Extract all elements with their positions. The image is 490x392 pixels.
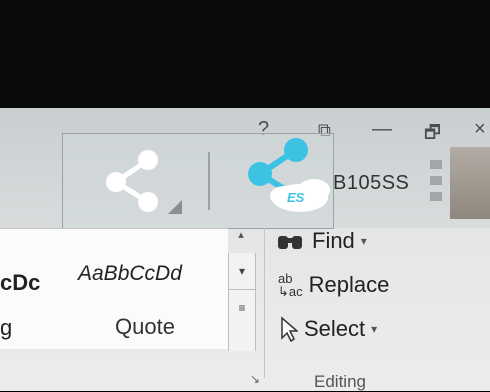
share-badge-text: ES	[287, 190, 305, 205]
select-label: Select	[304, 316, 366, 341]
dialog-launcher-icon[interactable]: ↘	[250, 372, 260, 386]
style-sample-quote[interactable]: AaBbCcDd	[78, 262, 182, 286]
chevron-down-icon: ▾	[371, 322, 378, 336]
chevron-down-icon: ▾	[360, 234, 367, 248]
restore-button[interactable]: 🗗	[424, 120, 441, 150]
avatar[interactable]	[450, 147, 490, 219]
share-icon[interactable]	[100, 148, 166, 217]
select-button[interactable]: Select ▾	[280, 316, 377, 342]
gallery-more-button[interactable]: ≡	[229, 290, 255, 326]
gallery-scroll-down[interactable]: ▾	[229, 253, 255, 290]
share-icon-blue[interactable]	[242, 136, 338, 223]
cursor-icon	[281, 316, 298, 342]
replace-label: Replace	[308, 272, 390, 297]
binoculars-icon	[278, 236, 302, 249]
style-name-quote[interactable]: Quote	[115, 314, 175, 340]
style-name[interactable]: g	[0, 315, 12, 341]
close-button[interactable]: ×	[474, 118, 486, 141]
screen-bezel	[0, 0, 490, 112]
gallery-scroll-up[interactable]: ▴	[228, 228, 254, 252]
minimize-button[interactable]: —	[372, 118, 392, 141]
replace-icon: ab ↳ac	[278, 271, 303, 299]
dropdown-corner-icon	[168, 200, 182, 219]
gallery-scroll: ▾ ≡	[228, 253, 256, 351]
replace-button[interactable]: ab ↳ac Replace	[278, 272, 389, 298]
style-sample[interactable]: cDc	[0, 270, 40, 296]
group-separator	[264, 228, 265, 378]
share-separator	[208, 152, 210, 210]
editing-group-label: Editing	[314, 372, 366, 391]
user-name[interactable]: B105SS	[333, 172, 409, 195]
find-label: Find	[312, 228, 355, 253]
find-button[interactable]: Find ▾	[276, 228, 367, 254]
